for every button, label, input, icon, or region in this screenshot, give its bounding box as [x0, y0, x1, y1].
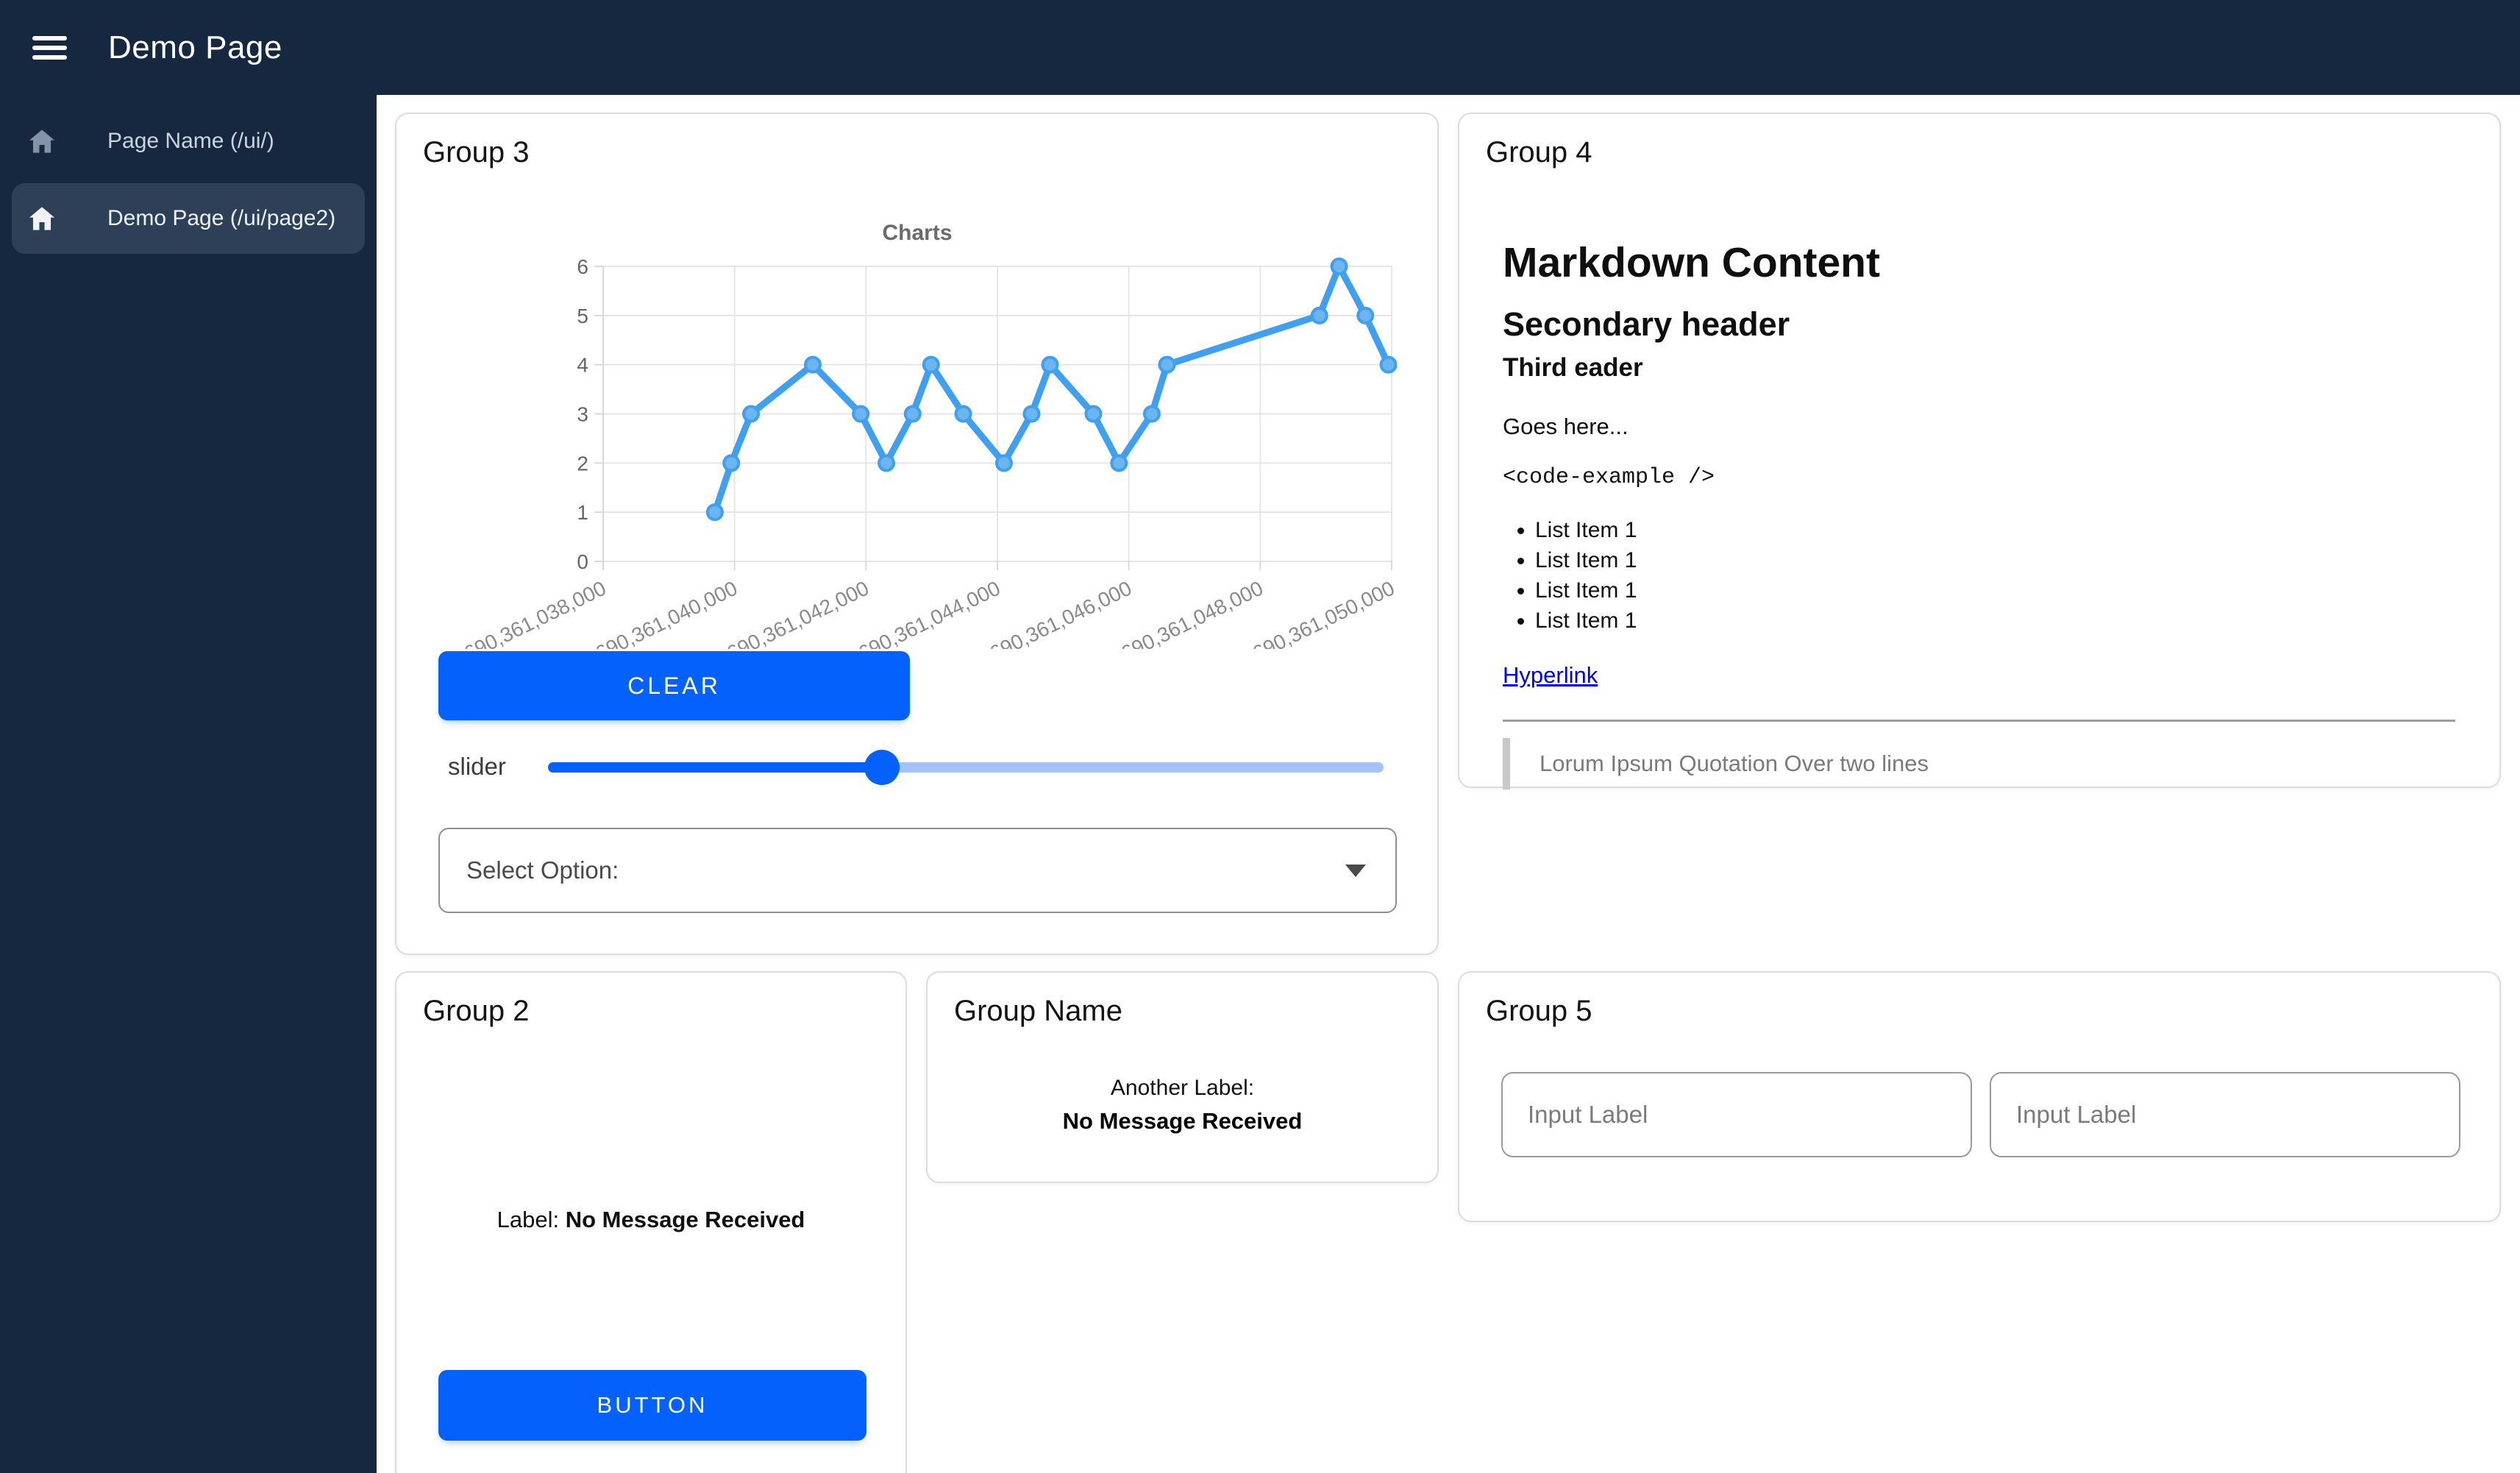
card-group5: Group 5 [1458, 971, 2501, 1222]
markdown-h1: Markdown Content [1503, 240, 2455, 285]
markdown-list: List Item 1 List Item 1 List Item 1 List… [1503, 515, 2455, 636]
list-item: List Item 1 [1535, 515, 2455, 545]
sidebar-item-demo-page[interactable]: Demo Page (/ui/page2) [12, 183, 365, 254]
slider-thumb[interactable] [864, 750, 900, 785]
card-group4: Group 4 Markdown Content Secondary heade… [1458, 113, 2501, 788]
svg-text:1,690,361,038,000: 1,690,361,038,000 [445, 577, 610, 649]
quotation: Lorum Ipsum Quotation Over two lines [1503, 738, 2455, 789]
markdown-content: Markdown Content Secondary header Third … [1503, 240, 2455, 789]
input-row [1501, 1072, 2460, 1157]
line-chart: Charts01234561,690,361,038,0001,690,361,… [438, 207, 1397, 649]
clear-button[interactable]: CLEAR [438, 651, 910, 720]
button[interactable]: BUTTON [438, 1370, 866, 1441]
sidebar-item-label: Demo Page (/ui/page2) [107, 206, 335, 231]
home-icon [29, 129, 54, 153]
message-value: No Message Received [928, 1108, 1437, 1135]
message-value: No Message Received [566, 1207, 805, 1232]
slider-label: slider [448, 753, 506, 781]
svg-text:Charts: Charts [882, 221, 952, 245]
select-option-dropdown[interactable]: Select Option: [438, 828, 1397, 913]
card-group-name: Group Name Another Label: No Message Rec… [926, 971, 1439, 1183]
code-snippet: <code-example /> [1503, 465, 2455, 490]
top-navbar: Demo Page [0, 0, 2520, 95]
hyperlink[interactable]: Hyperlink [1503, 662, 1598, 688]
svg-text:1: 1 [577, 501, 588, 524]
card-title: Group 2 [423, 995, 905, 1028]
app-title: Demo Page [108, 29, 282, 66]
select-label: Select Option: [466, 856, 619, 884]
input-field-1[interactable] [1501, 1072, 1972, 1157]
card-group3: Group 3 Charts01234561,690,361,038,0001,… [395, 113, 1439, 955]
svg-text:3: 3 [577, 403, 588, 426]
svg-text:2: 2 [577, 452, 588, 475]
home-icon [29, 207, 54, 230]
list-item: List Item 1 [1535, 606, 2455, 636]
markdown-paragraph: Goes here... [1503, 413, 2455, 440]
list-item: List Item 1 [1535, 575, 2455, 606]
menu-icon[interactable] [32, 31, 67, 65]
svg-text:4: 4 [577, 354, 588, 377]
main-content: Group 3 Charts01234561,690,361,038,0001,… [377, 95, 2520, 1473]
card-title: Group 5 [1486, 995, 2499, 1028]
markdown-h3: Third eader [1503, 353, 2455, 383]
markdown-h2: Secondary header [1503, 306, 2455, 343]
svg-text:6: 6 [577, 255, 588, 278]
svg-text:0: 0 [577, 550, 588, 573]
sidebar-item-page-name[interactable]: Page Name (/ui/) [12, 106, 365, 177]
another-label: Another Label: [928, 1076, 1437, 1101]
slider[interactable] [548, 762, 1384, 773]
list-item: List Item 1 [1535, 545, 2455, 575]
divider [1503, 720, 2455, 722]
card-title: Group 3 [423, 136, 1437, 169]
label-prefix: Label: [497, 1207, 559, 1232]
card-title: Group Name [954, 995, 1437, 1028]
svg-text:5: 5 [577, 305, 588, 327]
card-title: Group 4 [1486, 136, 2499, 169]
card-group2: Group 2 Label: No Message Received BUTTO… [395, 971, 907, 1473]
input-field-2[interactable] [1990, 1072, 2460, 1157]
chevron-down-icon [1345, 865, 1366, 877]
sidebar: Page Name (/ui/) Demo Page (/ui/page2) [0, 95, 377, 1473]
sidebar-item-label: Page Name (/ui/) [107, 129, 274, 154]
message-label-row: Label: No Message Received [396, 1207, 905, 1233]
slider-fill [548, 762, 882, 773]
